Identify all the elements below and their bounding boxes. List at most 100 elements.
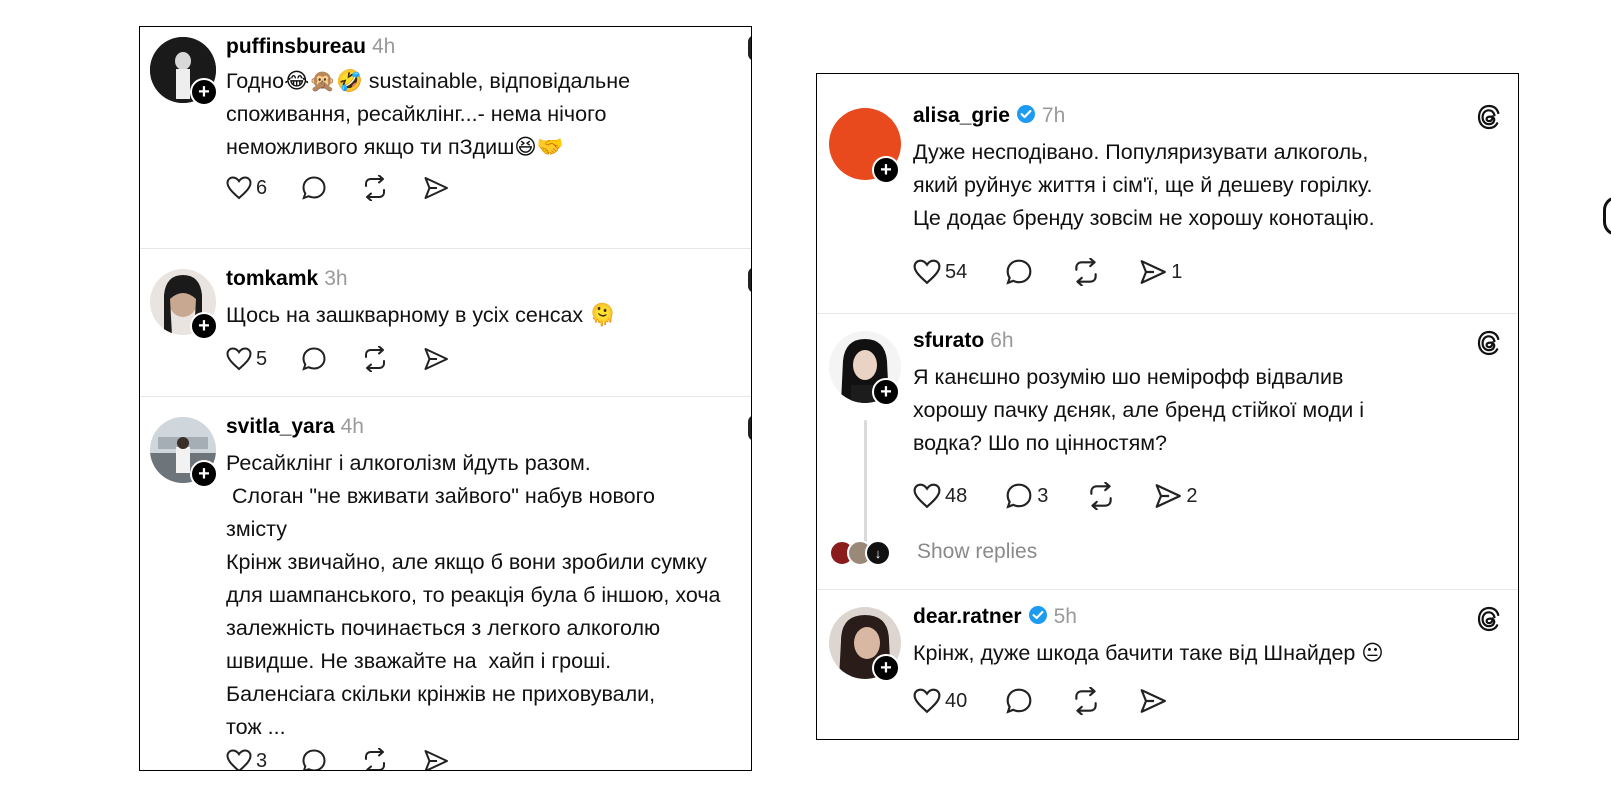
username[interactable]: puffinsbureau <box>226 35 366 58</box>
username[interactable]: sfurato <box>913 329 984 352</box>
post-text-line: водка? Шо по цінностям? <box>913 431 1167 455</box>
reply-avatars[interactable]: ↓ <box>829 540 891 566</box>
follow-plus-icon[interactable]: + <box>872 378 900 406</box>
like-button[interactable]: 6 <box>226 176 267 200</box>
like-button[interactable]: 40 <box>913 688 967 714</box>
follow-plus-icon[interactable]: + <box>872 654 900 682</box>
repost-icon <box>1075 258 1097 286</box>
heart-icon <box>913 259 941 285</box>
share-button[interactable] <box>1139 688 1167 714</box>
comment-button[interactable] <box>301 175 327 201</box>
heart-icon <box>226 347 252 371</box>
comment-count: 3 <box>1037 484 1049 507</box>
share-button[interactable] <box>423 176 449 200</box>
post-text-line: змісту <box>226 517 288 541</box>
repost-button[interactable] <box>361 346 389 372</box>
heart-icon <box>226 749 252 770</box>
action-bar: 54 1 <box>913 258 1216 286</box>
like-count: 3 <box>256 749 268 771</box>
cropped-threads-logo-icon <box>1603 196 1611 236</box>
verified-badge-icon <box>1016 105 1035 123</box>
threads-logo-icon[interactable] <box>1477 104 1501 137</box>
threads-logo-icon[interactable] <box>1477 606 1501 639</box>
thread-line <box>864 420 867 560</box>
comment-button[interactable] <box>1005 687 1033 715</box>
left-screenshot-panel: + puffinsbureau 4h Годно😂🙊🤣 sustainable, … <box>139 26 752 771</box>
comment-button[interactable] <box>301 748 327 770</box>
repost-button[interactable] <box>1086 482 1116 510</box>
comment-icon <box>1006 688 1032 714</box>
share-icon <box>424 177 449 199</box>
post-text: Крінж, дуже шкода бачити таке від Шнайде… <box>913 637 1384 670</box>
post-text-line: Крінж звичайно, але якщо б вони зробили … <box>226 550 707 574</box>
arrow-down-icon: ↓ <box>865 540 891 566</box>
post-text: Дуже несподівано. Популяризувати алкогол… <box>913 136 1375 235</box>
post-text-line: для шампанського, то реакція була б іншо… <box>226 583 721 607</box>
threads-logo-icon <box>748 35 751 61</box>
post-text-line: Це додає бренду зовсім не хорошу конотац… <box>913 206 1375 230</box>
follow-plus-icon[interactable]: + <box>190 78 218 106</box>
comment-button[interactable] <box>1005 258 1033 286</box>
share-count: 1 <box>1171 260 1183 283</box>
timestamp: 7h <box>1041 104 1066 127</box>
heart-icon <box>913 688 941 714</box>
post-text-line: Слоган "не вживати зайвого" набув нового <box>226 484 655 508</box>
username[interactable]: alisa_grie <box>913 104 1010 127</box>
post-text-line: залежність починається з легкого алкогол… <box>226 616 661 640</box>
post-puffinsbureau: + puffinsbureau 4h Годно😂🙊🤣 sustainable, … <box>140 27 751 249</box>
share-button[interactable]: 2 <box>1154 483 1198 509</box>
like-count: 48 <box>945 484 968 507</box>
share-button[interactable] <box>423 347 449 371</box>
follow-plus-icon[interactable]: + <box>872 156 900 184</box>
timestamp: 4h <box>372 35 396 58</box>
like-button[interactable]: 3 <box>226 749 268 771</box>
like-button[interactable]: 5 <box>226 347 267 371</box>
repost-button[interactable] <box>1071 687 1101 715</box>
action-bar: 48 3 2 <box>913 482 1232 510</box>
threads-logo-icon[interactable] <box>1477 330 1501 363</box>
share-icon <box>1140 260 1167 284</box>
follow-plus-icon[interactable]: + <box>190 312 218 340</box>
post-text-line: Годно😂🙊🤣 sustainable, відповідальне <box>226 69 631 93</box>
like-button[interactable]: 54 <box>913 259 967 285</box>
action-bar: 5 <box>226 346 483 372</box>
like-button[interactable]: 48 <box>913 483 967 509</box>
timestamp: 4h <box>340 415 364 438</box>
follow-plus-icon[interactable]: + <box>190 460 218 488</box>
repost-button[interactable] <box>1071 258 1101 286</box>
username[interactable]: svitla_yara <box>226 415 335 438</box>
username[interactable]: dear.ratner <box>913 605 1022 628</box>
timestamp: 3h <box>324 267 348 290</box>
post-text-line: споживання, ресайклінг...- нема нічого <box>226 102 607 126</box>
repost-button[interactable] <box>361 748 389 770</box>
share-icon <box>1155 484 1182 508</box>
threads-logo-icon <box>748 415 751 441</box>
repost-button[interactable] <box>361 175 389 201</box>
action-bar: 40 <box>913 687 1201 715</box>
share-count: 2 <box>1186 484 1198 507</box>
comment-icon <box>1006 259 1032 285</box>
verified-badge-icon <box>1028 606 1047 624</box>
repost-icon <box>1075 687 1097 715</box>
post-text: Щось на зашкварному в усіх сенсах 🫠 <box>226 299 616 332</box>
post-text-line: Щось на зашкварному в усіх сенсах 🫠 <box>226 303 616 327</box>
username[interactable]: tomkamk <box>226 267 318 290</box>
comment-button[interactable]: 3 <box>1005 482 1048 510</box>
post-sfurato: + sfurato 6h Я канєшно розумію шо неміроф… <box>817 314 1518 590</box>
comment-icon <box>302 176 326 200</box>
post-text-line: Баленсіага скільки крінжів не приховувал… <box>226 682 656 706</box>
show-replies-link[interactable]: Show replies <box>917 540 1037 564</box>
post-svitla-yara: + svitla_yara 4h Ресайклінг і алкоголізм … <box>140 397 751 771</box>
share-button[interactable] <box>423 749 449 770</box>
post-alisa-grie: + alisa_grie 7h Дуже несподівано. Популяр… <box>817 74 1518 314</box>
comment-icon <box>302 749 326 770</box>
share-icon <box>424 348 449 370</box>
post-text-line: Ресайклінг і алкоголізм йдуть разом. <box>226 451 591 475</box>
post-text-line: Крінж, дуже шкода бачити таке від Шнайде… <box>913 641 1384 665</box>
post-text-line: який руйнує життя і сім'ї, ще й дешеву г… <box>913 173 1373 197</box>
comment-button[interactable] <box>301 346 327 372</box>
share-button[interactable]: 1 <box>1139 259 1182 285</box>
post-dear-ratner: + dear.ratner 5h Крінж, дуже шкода бачити… <box>817 590 1518 739</box>
heart-icon <box>226 176 252 200</box>
action-bar: 6 <box>226 175 483 201</box>
